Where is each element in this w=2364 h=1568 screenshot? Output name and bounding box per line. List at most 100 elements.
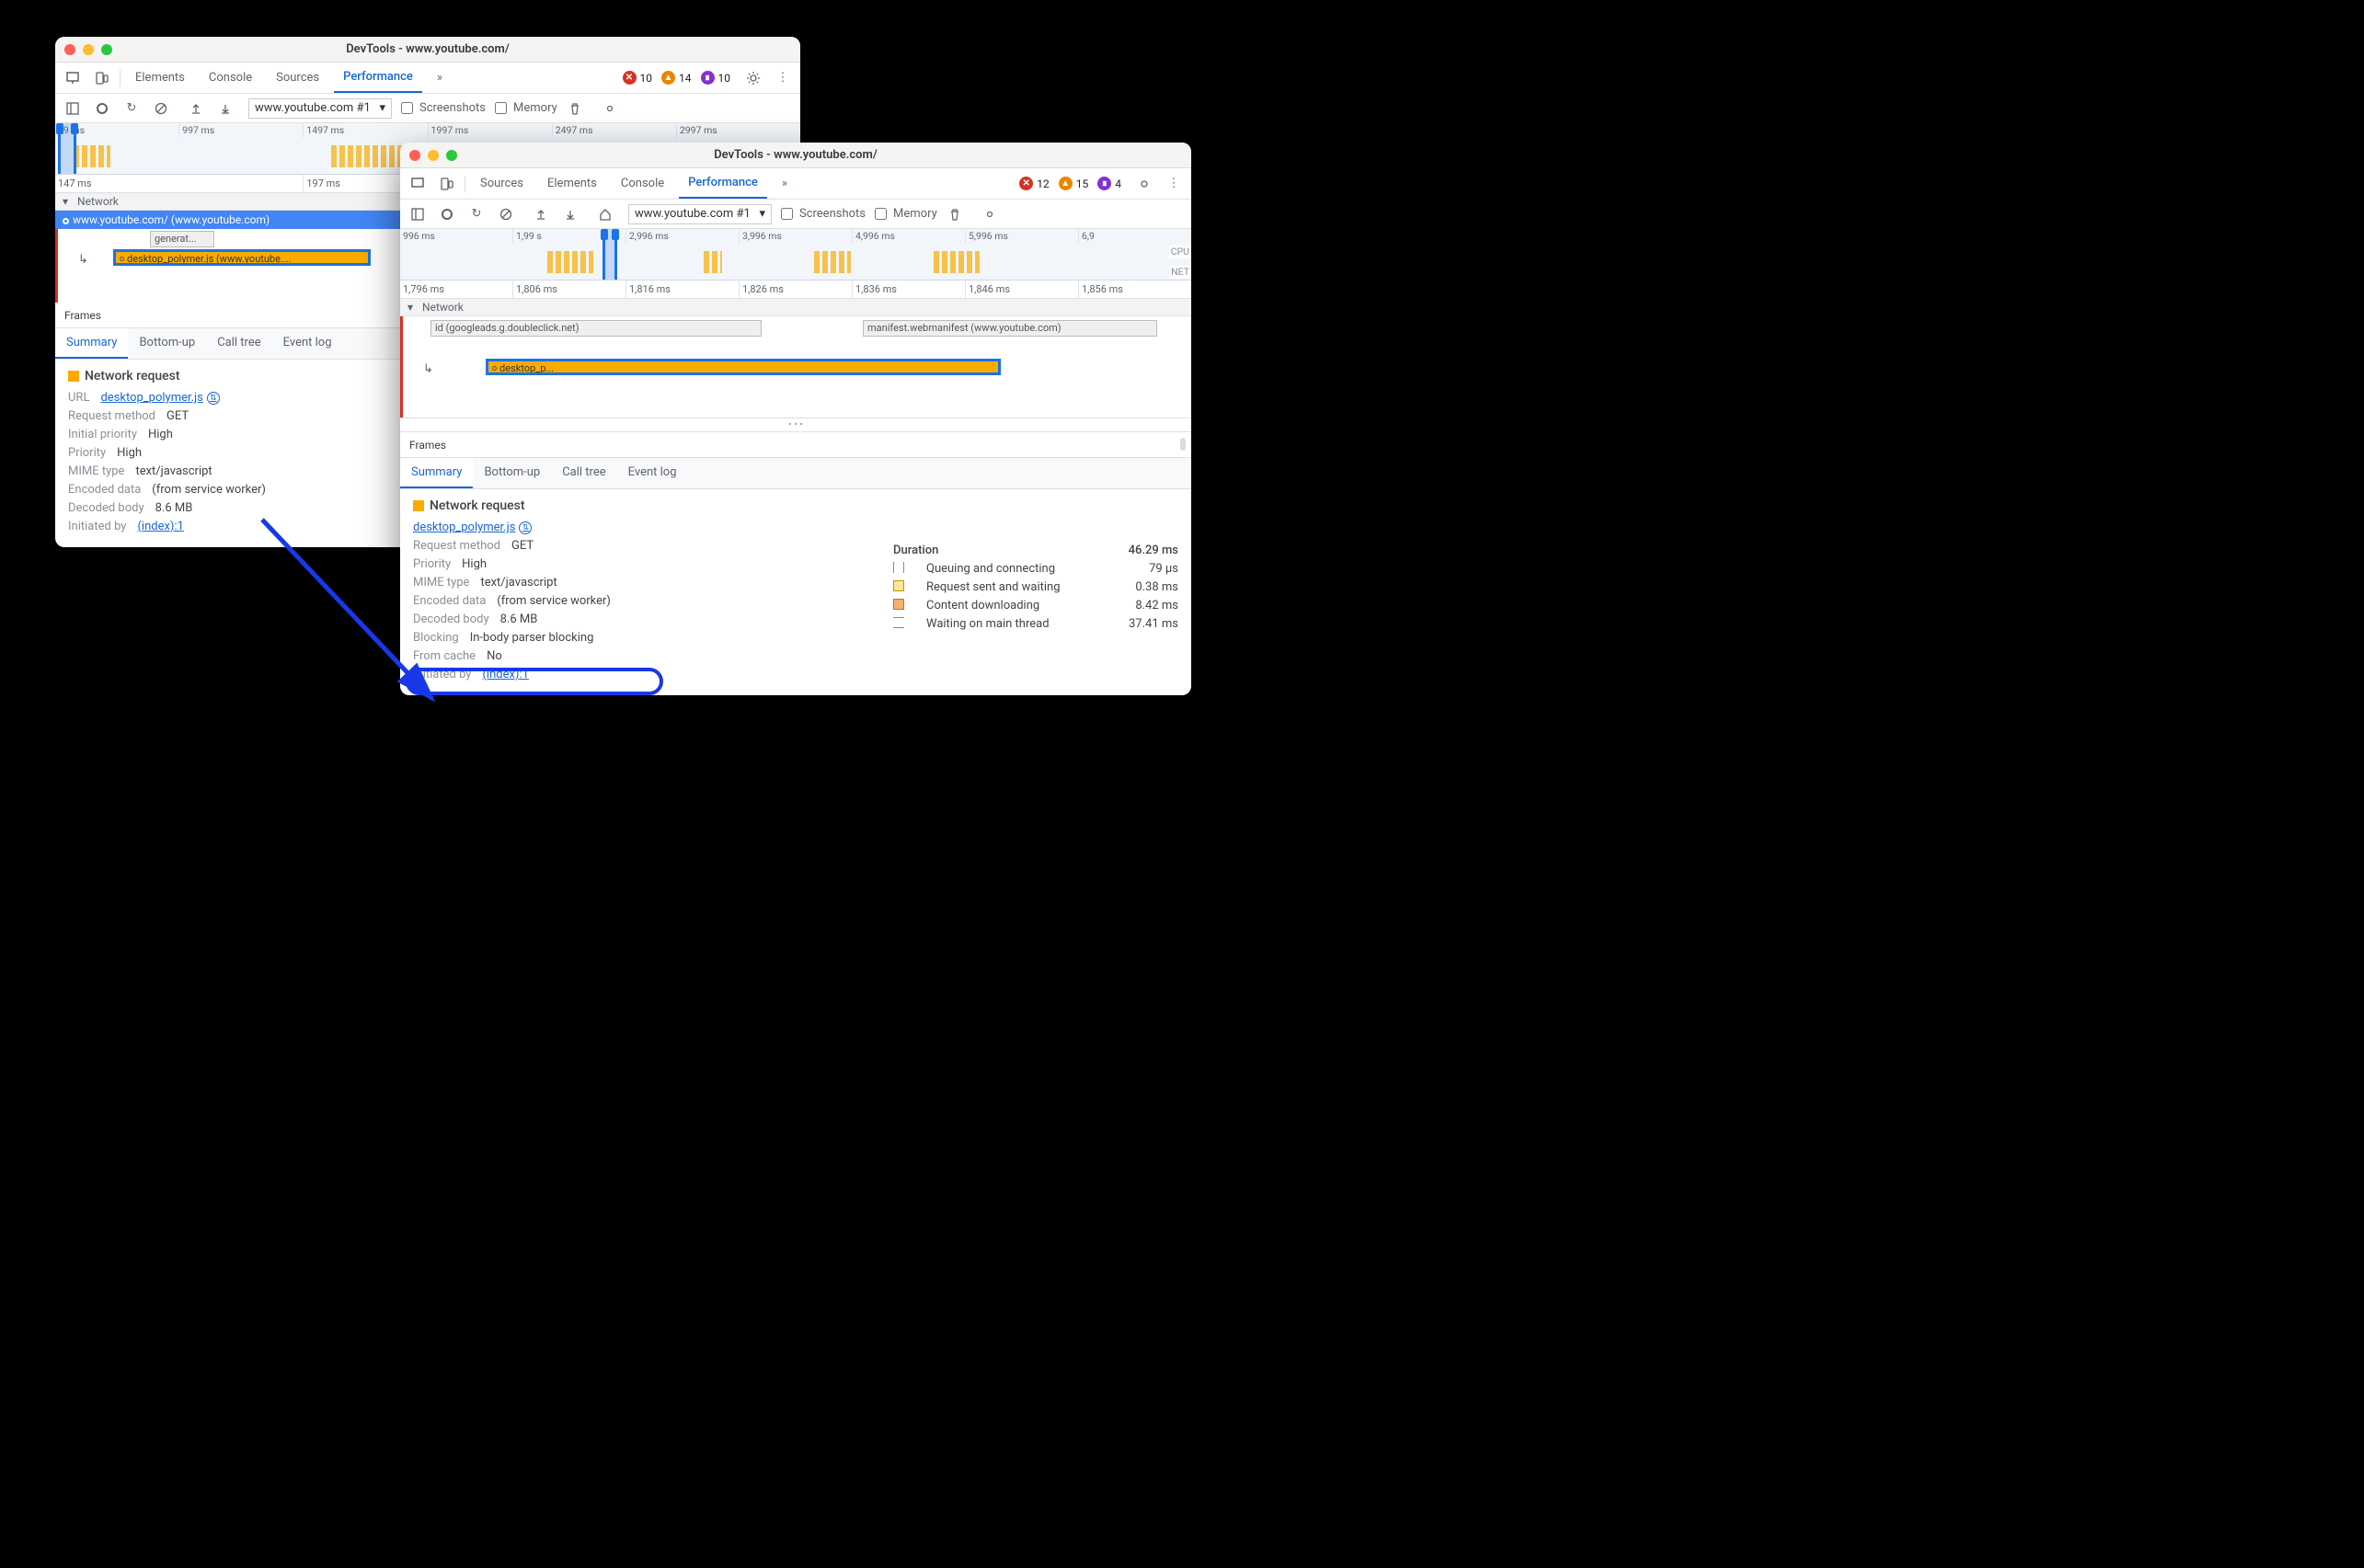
- gear-icon[interactable]: [978, 202, 1002, 226]
- timing-sent-icon: [893, 580, 904, 591]
- issues-icon: ∎: [1097, 177, 1111, 190]
- screenshots-toggle[interactable]: Screenshots: [777, 205, 866, 223]
- error-icon: ✕: [1019, 177, 1033, 190]
- initiator-link[interactable]: (index):1: [482, 668, 528, 681]
- subtab-call-tree[interactable]: Call tree: [551, 458, 616, 488]
- request-details: Network request desktop_polymer.js⇅ Requ…: [400, 489, 1191, 695]
- js-color-swatch: [68, 371, 79, 382]
- download-icon[interactable]: [213, 97, 237, 120]
- screenshots-toggle[interactable]: Screenshots: [397, 99, 486, 117]
- issue-badges[interactable]: ✕12 ▲15 ∎4: [1019, 177, 1127, 190]
- js-color-swatch: [413, 500, 424, 511]
- titlebar: DevTools - www.youtube.com/: [400, 143, 1191, 168]
- perf-toolbar: ↻ www.youtube.com #1 ▾ Screenshots Memor…: [400, 200, 1191, 229]
- reveal-icon: ⇅: [519, 521, 532, 534]
- more-tabs-icon[interactable]: »: [428, 66, 452, 90]
- tab-performance[interactable]: Performance: [679, 168, 767, 199]
- request-bar[interactable]: generat...: [150, 231, 214, 247]
- reveal-icon: ⇅: [207, 392, 220, 405]
- track-title: Network: [422, 301, 464, 314]
- gear-icon[interactable]: [741, 66, 765, 90]
- request-url-link[interactable]: desktop_polymer.js⇅: [413, 521, 532, 534]
- subtab-call-tree[interactable]: Call tree: [206, 328, 271, 359]
- tab-console[interactable]: Console: [200, 63, 261, 93]
- collapsed-tracks-divider[interactable]: ⋯: [400, 418, 1191, 432]
- toggle-sidebar-icon[interactable]: [61, 97, 85, 120]
- request-url-link[interactable]: desktop_polymer.js⇅: [100, 391, 219, 405]
- tab-elements[interactable]: Elements: [538, 168, 606, 199]
- upload-icon[interactable]: [529, 202, 553, 226]
- timing-queuing-icon: [893, 562, 904, 573]
- network-track: ▾ Network id (googleads.g.doubleclick.ne…: [400, 299, 1191, 418]
- viewport-handle-right[interactable]: [71, 123, 78, 134]
- record-icon[interactable]: [435, 202, 459, 226]
- home-icon[interactable]: [593, 202, 617, 226]
- clear-icon[interactable]: [494, 202, 518, 226]
- kebab-icon[interactable]: ⋮: [771, 66, 795, 90]
- device-toggle-icon[interactable]: [435, 172, 459, 196]
- devtools-tabs: Elements Console Sources Performance » ✕…: [55, 63, 800, 94]
- reload-icon[interactable]: ↻: [120, 97, 143, 120]
- clear-icon[interactable]: [149, 97, 173, 120]
- subtab-bottom-up[interactable]: Bottom-up: [473, 458, 551, 488]
- tab-elements[interactable]: Elements: [126, 63, 194, 93]
- subtab-event-log[interactable]: Event log: [272, 328, 343, 359]
- close-icon[interactable]: [409, 150, 420, 161]
- request-bar[interactable]: manifest.webmanifest (www.youtube.com): [863, 320, 1157, 337]
- frames-section[interactable]: Frames: [400, 432, 1191, 458]
- error-icon: ✕: [623, 71, 637, 85]
- toggle-sidebar-icon[interactable]: [406, 202, 430, 226]
- memory-toggle[interactable]: Memory: [491, 99, 557, 117]
- perf-toolbar: ↻ www.youtube.com #1 ▾ Screenshots Memor…: [55, 94, 800, 123]
- viewport-handle-left[interactable]: [56, 123, 63, 134]
- request-bar-selected[interactable]: desktop_p...: [486, 359, 1001, 375]
- blocking-row: BlockingIn-body parser blocking: [413, 631, 856, 645]
- inspect-icon[interactable]: [61, 66, 85, 90]
- viewport-handle-left[interactable]: [601, 229, 608, 240]
- track-title: Network: [77, 195, 119, 208]
- warning-icon: ▲: [661, 71, 675, 85]
- subtab-summary[interactable]: Summary: [400, 458, 473, 488]
- tab-console[interactable]: Console: [612, 168, 673, 199]
- tab-performance[interactable]: Performance: [334, 63, 422, 93]
- record-icon[interactable]: [90, 97, 114, 120]
- gc-icon[interactable]: [563, 97, 587, 120]
- upload-icon[interactable]: [184, 97, 208, 120]
- site-select[interactable]: www.youtube.com #1 ▾: [248, 98, 392, 119]
- timeline-overview[interactable]: 996 ms 1,99 s 2,996 ms 3,996 ms 4,996 ms…: [400, 229, 1191, 280]
- gc-icon[interactable]: [943, 202, 967, 226]
- inspect-icon[interactable]: [406, 172, 430, 196]
- site-select[interactable]: www.youtube.com #1 ▾: [628, 204, 772, 224]
- subtab-bottom-up[interactable]: Bottom-up: [128, 328, 206, 359]
- window-title: DevTools - www.youtube.com/: [400, 148, 1191, 162]
- maximize-icon[interactable]: [101, 44, 112, 55]
- initiator-link[interactable]: (index):1: [137, 520, 183, 533]
- minimize-icon[interactable]: [428, 150, 439, 161]
- issue-badges[interactable]: ✕10 ▲14 ∎10: [623, 71, 737, 85]
- reload-icon[interactable]: ↻: [465, 202, 488, 226]
- more-tabs-icon[interactable]: »: [773, 172, 797, 196]
- request-bar[interactable]: id (googleads.g.doubleclick.net): [430, 320, 762, 337]
- device-toggle-icon[interactable]: [90, 66, 114, 90]
- kebab-icon[interactable]: ⋮: [1162, 172, 1186, 196]
- download-icon[interactable]: [558, 202, 582, 226]
- gear-icon[interactable]: [598, 97, 622, 120]
- time-ruler[interactable]: 1,796 ms 1,806 ms 1,816 ms 1,826 ms 1,83…: [400, 280, 1191, 299]
- memory-toggle[interactable]: Memory: [871, 205, 937, 223]
- window-title: DevTools - www.youtube.com/: [55, 42, 800, 56]
- minimize-icon[interactable]: [83, 44, 94, 55]
- warning-icon: ▲: [1059, 177, 1073, 190]
- subtab-event-log[interactable]: Event log: [617, 458, 688, 488]
- devtools-window-2: DevTools - www.youtube.com/ Sources Elem…: [400, 143, 1191, 695]
- close-icon[interactable]: [64, 44, 75, 55]
- details-tabs: Summary Bottom-up Call tree Event log: [400, 458, 1191, 489]
- maximize-icon[interactable]: [446, 150, 457, 161]
- gear-icon[interactable]: [1132, 172, 1156, 196]
- devtools-tabs: Sources Elements Console Performance » ✕…: [400, 168, 1191, 200]
- scrollbar-thumb[interactable]: [1180, 438, 1186, 451]
- tab-sources[interactable]: Sources: [471, 168, 533, 199]
- subtab-summary[interactable]: Summary: [55, 328, 128, 359]
- tab-sources[interactable]: Sources: [267, 63, 328, 93]
- request-bar-selected[interactable]: desktop_polymer.js (www.youtube....: [113, 249, 371, 266]
- viewport-handle-right[interactable]: [612, 229, 619, 240]
